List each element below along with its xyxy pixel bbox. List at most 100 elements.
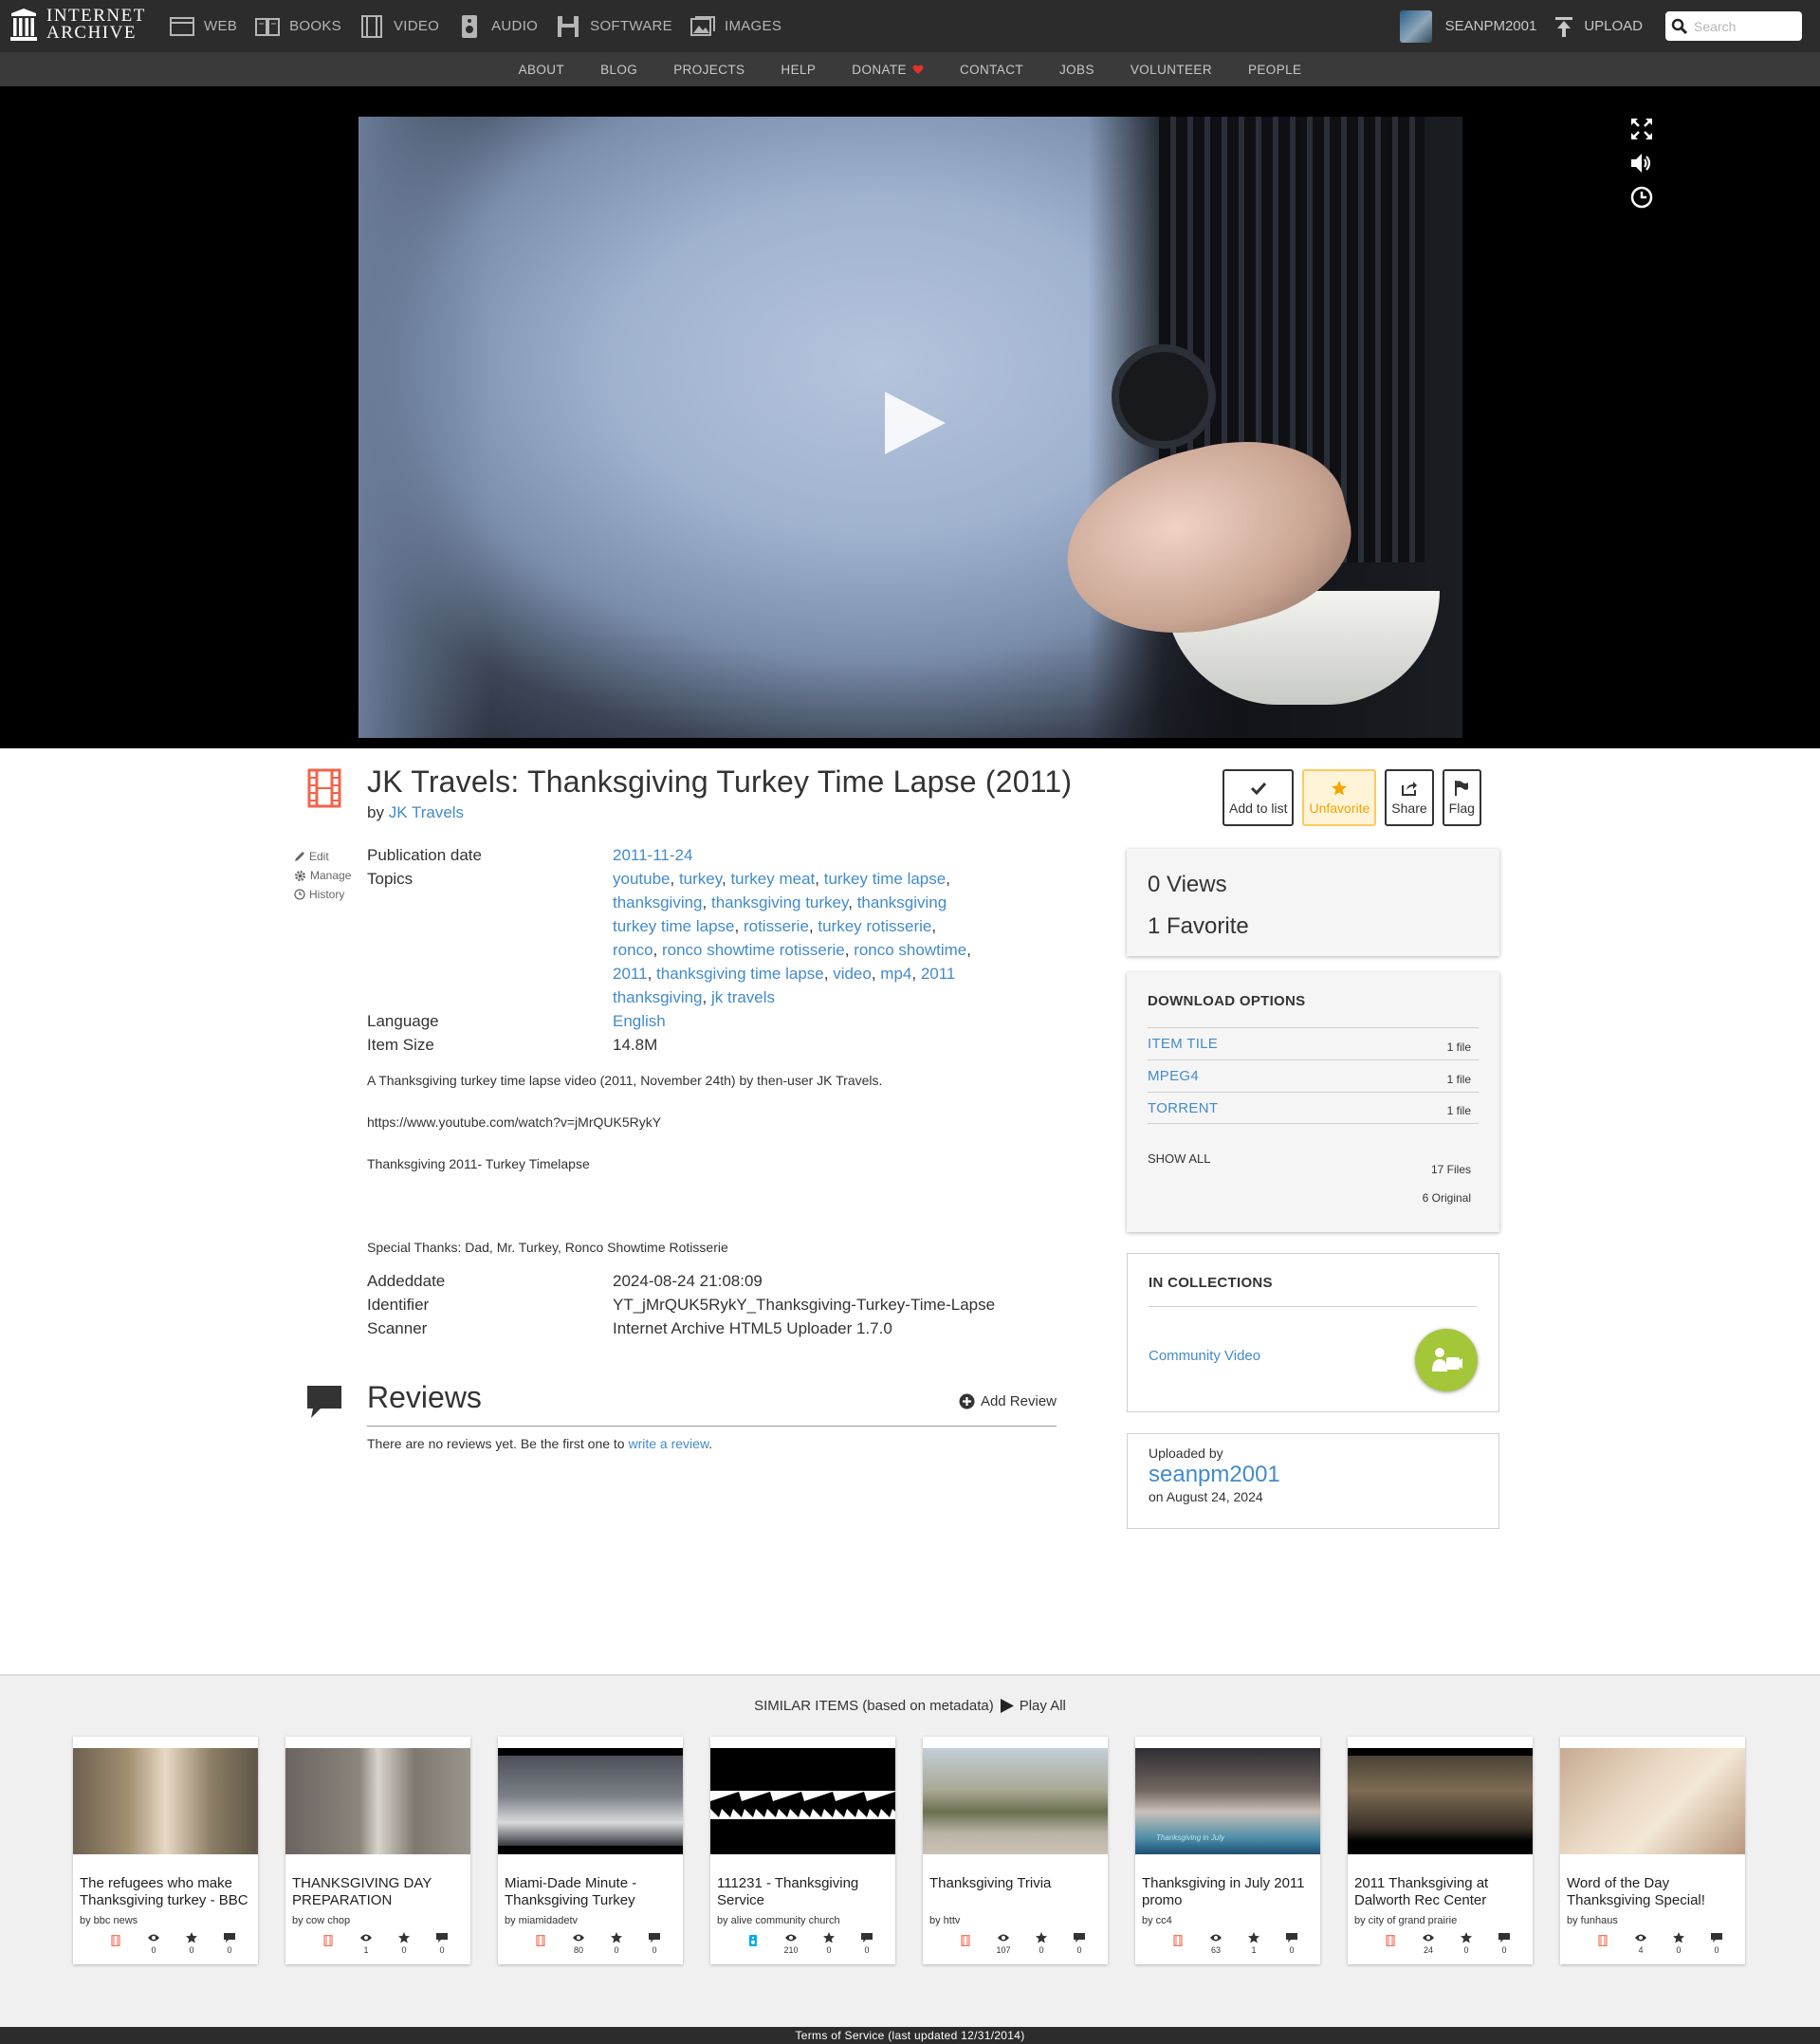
subnav-people[interactable]: PEOPLE [1248, 63, 1301, 77]
play-icon[interactable] [885, 392, 946, 454]
subnav-jobs[interactable]: JOBS [1059, 63, 1094, 77]
similar-item-creator: by bbc news [80, 1915, 138, 1926]
similar-item-tile[interactable]: Thanksgiving in July Thanksgiving in July… [1135, 1737, 1320, 1964]
write-review-link[interactable]: write a review [628, 1436, 708, 1451]
topic-link[interactable]: youtube [613, 870, 671, 888]
similar-item-title[interactable]: The refugees who make Thanksgiving turke… [80, 1875, 255, 1909]
similar-item-tile[interactable]: Thanksgiving Trivia by httv 107 0 0 [923, 1737, 1108, 1964]
topics-label: Topics [367, 870, 414, 888]
similar-item-thumbnail[interactable] [498, 1748, 683, 1854]
show-all-link[interactable]: SHOW ALL [1148, 1151, 1210, 1212]
item-side-links: Edit Manage History [294, 847, 351, 904]
collection-thumbnail[interactable] [1415, 1329, 1478, 1391]
topic-link[interactable]: turkey time lapse [824, 870, 947, 888]
nav-audio[interactable]: AUDIO [456, 14, 538, 39]
history-link[interactable]: History [294, 885, 351, 904]
subnav-help[interactable]: HELP [781, 63, 816, 77]
similar-item-title[interactable]: Thanksgiving in July 2011 promo [1142, 1875, 1317, 1909]
similar-item-thumbnail[interactable] [1348, 1748, 1533, 1854]
subnav-volunteer[interactable]: VOLUNTEER [1131, 63, 1212, 77]
reviews-count: 0 [864, 1945, 870, 1955]
similar-item-tile[interactable]: 2011 Thanksgiving at Dalworth Rec Center… [1348, 1737, 1533, 1964]
avatar[interactable] [1399, 9, 1432, 43]
nav-books[interactable]: BOOKS [254, 14, 341, 39]
similar-item-thumbnail[interactable] [73, 1748, 258, 1854]
similar-item-tile[interactable]: The refugees who make Thanksgiving turke… [73, 1737, 258, 1964]
nav-software[interactable]: SOFTWARE [555, 14, 672, 39]
collection-link-community-video[interactable]: Community Video [1149, 1348, 1260, 1364]
uploader-link[interactable]: seanpm2001 [1149, 1461, 1478, 1489]
creator-link[interactable]: JK Travels [389, 803, 464, 821]
similar-item-stats: 80 0 0 [522, 1932, 673, 1955]
internet-archive-logo[interactable]: INTERNET ARCHIVE [9, 7, 146, 42]
similar-item-thumbnail[interactable] [1560, 1748, 1745, 1854]
video-player[interactable] [358, 117, 1462, 738]
similar-item-title[interactable]: THANKSGIVING DAY PREPARATION [292, 1875, 468, 1909]
similar-item-title[interactable]: Miami-Dade Minute - Thanksgiving Turkey [505, 1875, 680, 1909]
similar-item-thumbnail[interactable] [923, 1748, 1108, 1854]
speed-button[interactable] [1627, 185, 1656, 210]
subnav-blog[interactable]: BLOG [600, 63, 637, 77]
addeddate-label: Addeddate [367, 1272, 446, 1290]
search-input[interactable] [1694, 18, 1798, 34]
similar-item-tile[interactable]: 111231 - Thanksgiving Service by alive co… [710, 1737, 895, 1964]
subnav-about[interactable]: ABOUT [519, 63, 565, 77]
similar-item-tile[interactable]: THANKSGIVING DAY PREPARATION by cow chop 1… [285, 1737, 470, 1964]
similar-item-title[interactable]: Word of the Day Thanksgiving Special! [1567, 1875, 1742, 1909]
play-all-button[interactable]: Play All [1000, 1698, 1066, 1714]
subnav-projects[interactable]: PROJECTS [673, 63, 745, 77]
topic-link[interactable]: 2011 [613, 965, 648, 983]
manage-link[interactable]: Manage [294, 866, 351, 885]
download-mpeg4-link[interactable]: MPEG4 [1148, 1068, 1199, 1084]
language-label: Language [367, 1012, 439, 1030]
share-button[interactable]: Share [1385, 769, 1434, 826]
topic-link[interactable]: turkey rotisserie [818, 917, 931, 935]
username-link[interactable]: SEANPM2001 [1445, 18, 1537, 34]
topic-link[interactable]: rotisserie [744, 917, 809, 935]
nav-video[interactable]: VIDEO [358, 14, 439, 39]
topic-link[interactable]: ronco [613, 941, 653, 959]
language-link[interactable]: English [613, 1012, 666, 1030]
add-to-list-button[interactable]: Add to list [1223, 769, 1295, 826]
subnav-contact[interactable]: CONTACT [960, 63, 1023, 77]
topic-link[interactable]: video [833, 965, 872, 983]
subnav-donate[interactable]: DONATE [852, 63, 924, 77]
publication-date-link[interactable]: 2011-11-24 [613, 846, 692, 864]
edit-link[interactable]: Edit [294, 847, 351, 866]
nav-web[interactable]: WEB [169, 14, 237, 39]
metadata-table: Publication date 2011-11-24 Topics youtu… [367, 843, 1031, 1340]
similar-item-title[interactable]: Thanksgiving Trivia [929, 1875, 1105, 1892]
volume-button[interactable] [1627, 151, 1656, 175]
topic-link[interactable]: thanksgiving turkey [711, 893, 848, 912]
no-reviews-message: There are no reviews yet. Be the first o… [367, 1436, 625, 1451]
eye-icon [1210, 1934, 1222, 1942]
topic-link[interactable]: turkey meat [730, 870, 815, 888]
add-review-button[interactable]: Add Review [959, 1393, 1057, 1409]
similar-item-tile[interactable]: Miami-Dade Minute - Thanksgiving Turkey b… [498, 1737, 683, 1964]
unfavorite-button[interactable]: Unfavorite [1302, 769, 1377, 826]
nav-images[interactable]: IMAGES [689, 14, 781, 39]
similar-item-title[interactable]: 111231 - Thanksgiving Service [717, 1875, 892, 1909]
collections-heading: IN COLLECTIONS [1149, 1275, 1273, 1291]
footer[interactable]: Terms of Service (last updated 12/31/201… [0, 2027, 1820, 2044]
topic-link[interactable]: ronco showtime [854, 941, 966, 959]
comment-icon [861, 1933, 873, 1943]
similar-item-thumbnail[interactable]: Thanksgiving in July [1135, 1748, 1320, 1854]
topic-link[interactable]: jk travels [711, 988, 775, 1006]
topic-link[interactable]: thanksgiving time lapse [656, 965, 824, 983]
similar-item-thumbnail[interactable] [285, 1748, 470, 1854]
download-torrent-link[interactable]: TORRENT [1148, 1100, 1218, 1116]
flag-button[interactable]: Flag [1442, 769, 1481, 826]
movies-icon [961, 1935, 970, 1946]
download-item-tile-link[interactable]: ITEM TILE [1148, 1036, 1218, 1052]
upload-button[interactable]: UPLOAD [1553, 15, 1643, 38]
topic-link[interactable]: mp4 [880, 965, 911, 983]
similar-item-thumbnail[interactable] [710, 1748, 895, 1854]
topic-link[interactable]: thanksgiving [613, 893, 703, 912]
similar-item-tile[interactable]: Word of the Day Thanksgiving Special! by … [1560, 1737, 1745, 1964]
similar-item-title[interactable]: 2011 Thanksgiving at Dalworth Rec Center [1354, 1875, 1530, 1909]
topic-link[interactable]: turkey [679, 870, 722, 888]
topic-link[interactable]: ronco showtime rotisserie [662, 941, 845, 959]
pencil-icon [295, 852, 304, 861]
fullscreen-button[interactable] [1627, 117, 1656, 141]
